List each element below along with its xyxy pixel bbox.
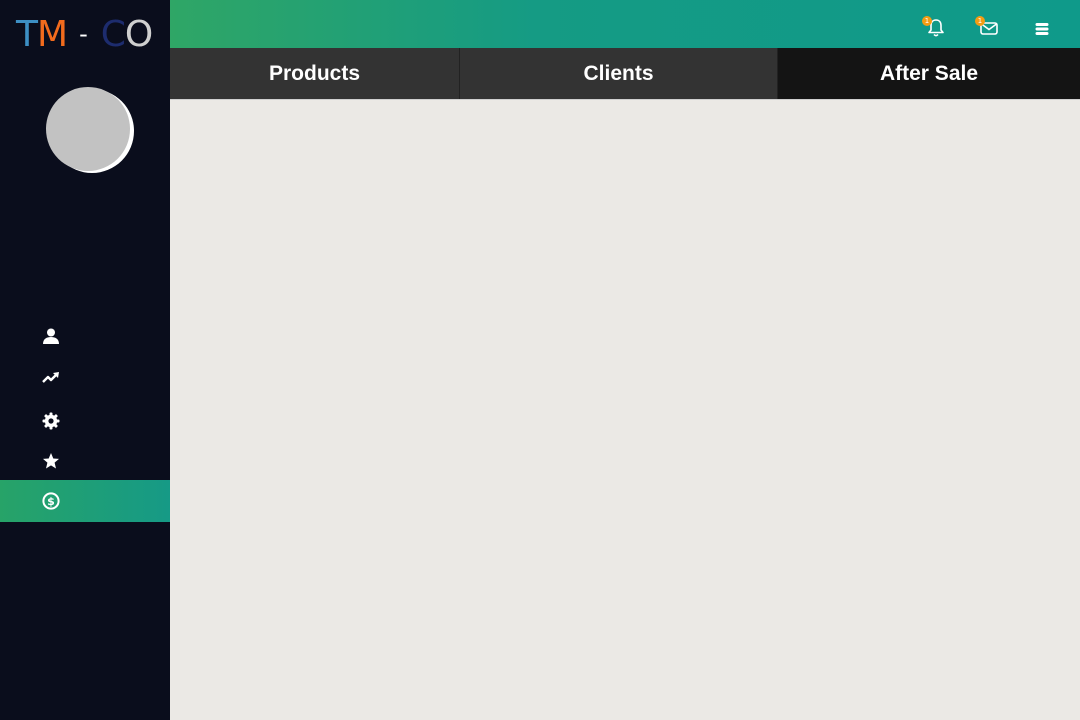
messages-badge: 1: [975, 16, 985, 26]
tab-after-sale[interactable]: After Sale: [777, 48, 1080, 99]
dollar-icon: $: [42, 492, 60, 510]
sidebar-item-favorites[interactable]: [0, 440, 170, 482]
svg-text:$: $: [47, 495, 55, 508]
tab-clients[interactable]: Clients: [459, 48, 777, 99]
user-icon: [43, 328, 59, 344]
logo-letter-c: C: [100, 14, 126, 55]
tab-products[interactable]: Products: [170, 48, 459, 99]
logo-letter-o: O: [124, 14, 153, 55]
notifications-button[interactable]: 1: [922, 16, 946, 38]
sidebar-item-sales[interactable]: $: [0, 480, 170, 522]
sidebar-item-settings[interactable]: [0, 400, 170, 442]
logo-letter-m: M: [37, 14, 68, 55]
brand-logo[interactable]: TM - CO: [16, 14, 153, 55]
star-icon: [43, 453, 59, 469]
top-bar: 1 1: [170, 0, 1080, 48]
notifications-badge: 1: [922, 16, 932, 26]
main-content: [170, 100, 1080, 720]
hamburger-icon: [1035, 23, 1049, 35]
sidebar: TM - CO $: [0, 0, 170, 720]
logo-dash: -: [79, 20, 88, 48]
messages-button[interactable]: 1: [975, 16, 999, 38]
logo-letter-t: T: [16, 14, 38, 55]
trend-icon: [42, 372, 59, 383]
menu-button[interactable]: [1032, 18, 1052, 38]
gear-icon: [42, 412, 60, 430]
sidebar-item-trend[interactable]: [0, 357, 170, 399]
sidebar-item-user[interactable]: [0, 315, 170, 357]
section-tabs: Products Clients After Sale: [170, 48, 1080, 100]
avatar[interactable]: [46, 87, 130, 171]
